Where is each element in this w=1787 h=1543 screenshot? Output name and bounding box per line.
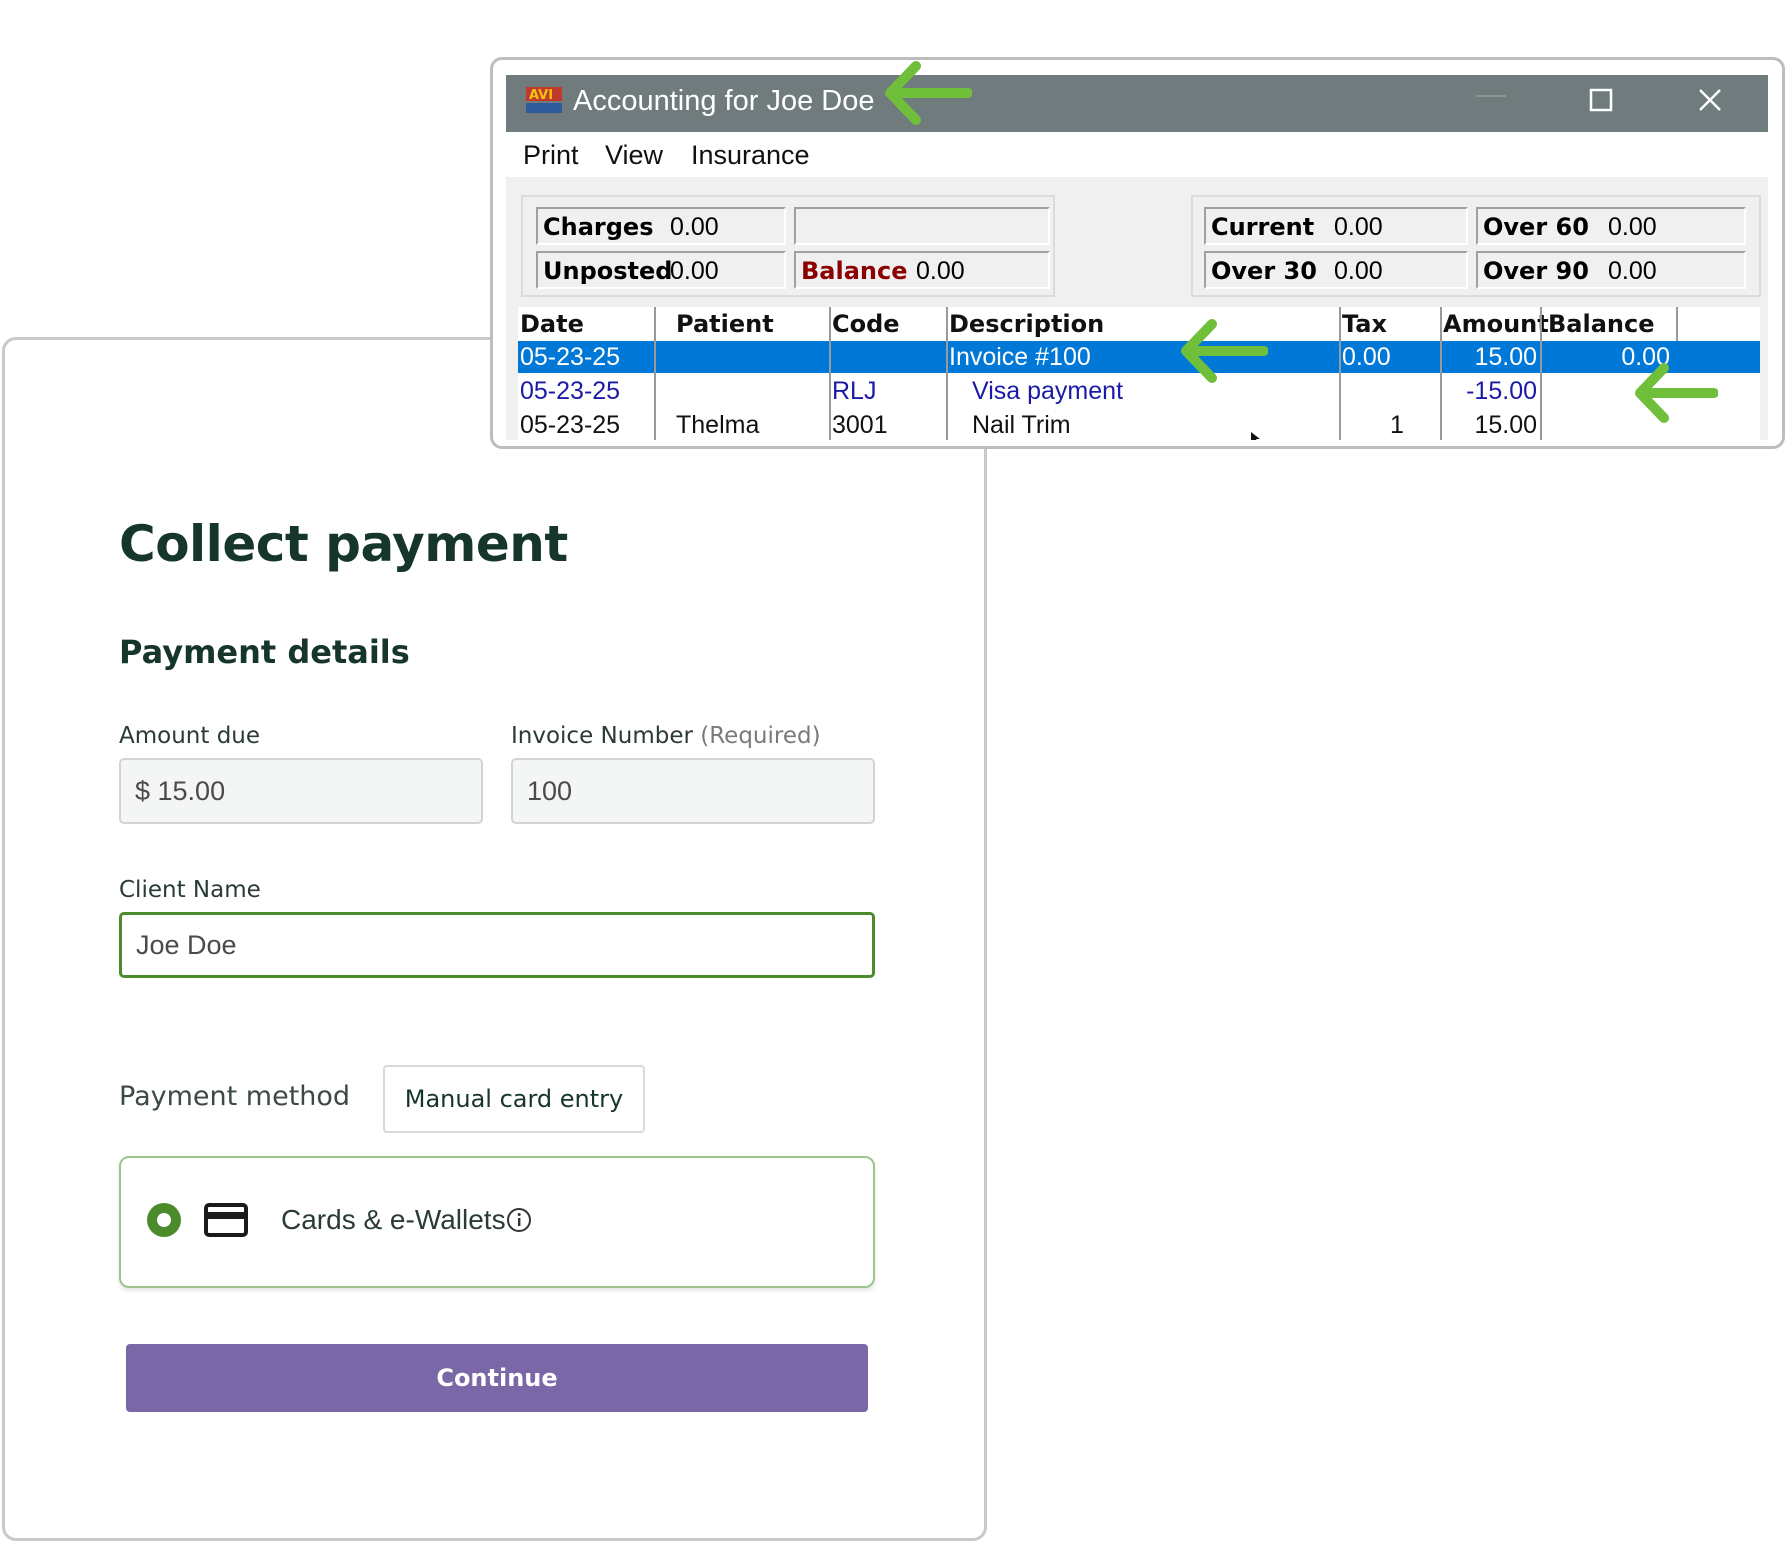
column-divider[interactable] bbox=[829, 307, 831, 440]
column-divider[interactable] bbox=[946, 307, 948, 440]
over30-cell: Over 30 0.00 bbox=[1204, 251, 1468, 289]
client-name-label-text: Client Name bbox=[119, 877, 261, 903]
unposted-cell: Unposted 0.00 bbox=[536, 251, 786, 289]
client-name-label: Client Name bbox=[119, 877, 261, 903]
summary-right: Current 0.00 Over 60 0.00 Over 30 0.00 O… bbox=[1191, 195, 1761, 297]
annotation-arrow-icon bbox=[1181, 319, 1268, 383]
cell-description: Visa payment bbox=[972, 377, 1124, 405]
required-hint: (Required) bbox=[700, 723, 821, 749]
cell-patient: Thelma bbox=[676, 411, 760, 439]
charges-label: Charges bbox=[543, 213, 654, 241]
charges-value: 0.00 bbox=[670, 213, 719, 241]
column-divider[interactable] bbox=[654, 307, 656, 440]
invoice-number-field[interactable]: 100 bbox=[511, 758, 875, 824]
cell-code: RLJ bbox=[832, 377, 877, 405]
over30-label: Over 30 bbox=[1211, 257, 1317, 285]
mouse-cursor-icon bbox=[1251, 432, 1260, 440]
column-date[interactable]: Date bbox=[520, 310, 584, 338]
column-description[interactable]: Description bbox=[949, 310, 1104, 338]
table-row[interactable]: 05-23-25 Thelma 3001 Nail Trim 1 15.00 bbox=[518, 409, 1760, 440]
continue-button[interactable]: Continue bbox=[126, 1344, 868, 1412]
client-name-value: Joe Doe bbox=[136, 929, 237, 960]
accounting-window: AVI Accounting for Joe Doe Print View In… bbox=[506, 75, 1768, 440]
app-logo-icon: AVI bbox=[526, 87, 562, 113]
balance-label: Balance bbox=[801, 257, 908, 285]
page-title: Collect payment bbox=[119, 515, 568, 573]
cell-amount: 15.00 bbox=[1474, 343, 1537, 371]
amount-due-value: $ 15.00 bbox=[135, 775, 226, 806]
current-label: Current bbox=[1211, 213, 1315, 241]
over30-value: 0.00 bbox=[1334, 257, 1383, 285]
menu-view[interactable]: View bbox=[605, 140, 663, 171]
column-divider[interactable] bbox=[1676, 307, 1678, 341]
maximize-icon[interactable] bbox=[1588, 87, 1614, 113]
credit-card-icon bbox=[204, 1203, 248, 1237]
balance-cell: Balance 0.00 bbox=[794, 251, 1050, 289]
invoice-number-label-text: Invoice Number bbox=[511, 723, 693, 749]
amount-due-label-text: Amount due bbox=[119, 723, 261, 749]
unposted-label: Unposted bbox=[543, 257, 673, 285]
cell-date: 05-23-25 bbox=[520, 343, 621, 371]
cell-amount: 15.00 bbox=[1474, 411, 1537, 439]
cell-tax: 0.00 bbox=[1342, 343, 1391, 371]
menu-print[interactable]: Print bbox=[523, 140, 579, 171]
amount-due-label: Amount due bbox=[119, 723, 260, 749]
info-icon[interactable] bbox=[506, 1207, 532, 1233]
invoice-number-value: 100 bbox=[527, 775, 573, 806]
balance-value: 0.00 bbox=[916, 257, 965, 285]
table-header: Date Patient Code Description Tax Amount… bbox=[518, 307, 1760, 343]
window-title: Accounting for Joe Doe bbox=[573, 85, 875, 117]
menu-insurance[interactable]: Insurance bbox=[691, 140, 810, 171]
cell-date: 05-23-25 bbox=[520, 377, 621, 405]
section-title: Payment details bbox=[119, 633, 410, 671]
over60-label: Over 60 bbox=[1483, 213, 1589, 241]
cell-amount: -15.00 bbox=[1466, 377, 1537, 405]
cards-ewallets-option[interactable]: Cards & e-Wallets bbox=[119, 1156, 875, 1288]
payment-method-label: Payment method bbox=[119, 1081, 351, 1112]
summary-empty-cell bbox=[794, 207, 1050, 245]
cell-description: Nail Trim bbox=[972, 411, 1071, 439]
over90-value: 0.00 bbox=[1608, 257, 1657, 285]
unposted-value: 0.00 bbox=[670, 257, 719, 285]
minimize-icon[interactable] bbox=[1476, 95, 1506, 97]
client-name-field[interactable]: Joe Doe bbox=[119, 912, 875, 978]
amount-due-field[interactable]: $ 15.00 bbox=[119, 758, 483, 824]
charges-cell: Charges 0.00 bbox=[536, 207, 786, 245]
cell-date: 05-23-25 bbox=[520, 411, 621, 439]
window-titlebar[interactable]: AVI Accounting for Joe Doe bbox=[506, 75, 1768, 132]
current-value: 0.00 bbox=[1334, 213, 1383, 241]
over90-cell: Over 90 0.00 bbox=[1476, 251, 1746, 289]
collect-payment-panel: Collect payment Payment details Amount d… bbox=[2, 337, 987, 1541]
annotation-arrow-icon bbox=[1635, 363, 1718, 423]
table-row[interactable]: 05-23-25 RLJ Visa payment -15.00 bbox=[518, 375, 1760, 407]
summary-left: Charges 0.00 Unposted 0.00 Balance 0.00 bbox=[521, 195, 1055, 297]
over60-value: 0.00 bbox=[1608, 213, 1657, 241]
column-code[interactable]: Code bbox=[832, 310, 900, 338]
invoice-number-label: Invoice Number (Required) bbox=[511, 723, 821, 749]
svg-text:AVI: AVI bbox=[529, 88, 553, 103]
column-tax[interactable]: Tax bbox=[1342, 310, 1387, 338]
column-balance[interactable]: Balance bbox=[1548, 310, 1655, 338]
table-row[interactable]: 05-23-25 Invoice #100 0.00 15.00 0.00 bbox=[518, 341, 1760, 373]
manual-card-entry-button[interactable]: Manual card entry bbox=[383, 1065, 645, 1133]
transactions-table: Date Patient Code Description Tax Amount… bbox=[518, 307, 1760, 440]
column-divider[interactable] bbox=[1440, 307, 1442, 440]
close-icon[interactable] bbox=[1696, 86, 1724, 114]
column-divider[interactable] bbox=[1540, 307, 1542, 440]
cards-ewallets-label: Cards & e-Wallets bbox=[281, 1204, 506, 1235]
over60-cell: Over 60 0.00 bbox=[1476, 207, 1746, 245]
current-cell: Current 0.00 bbox=[1204, 207, 1468, 245]
cell-code: 3001 bbox=[832, 411, 888, 439]
column-patient[interactable]: Patient bbox=[676, 310, 774, 338]
column-divider[interactable] bbox=[1339, 307, 1341, 440]
cell-tax: 1 bbox=[1390, 411, 1404, 439]
radio-selected-icon[interactable] bbox=[147, 1203, 181, 1237]
column-amount[interactable]: Amount bbox=[1443, 310, 1549, 338]
annotation-arrow-icon bbox=[885, 61, 972, 125]
menu-bar: Print View Insurance bbox=[506, 132, 1768, 177]
over90-label: Over 90 bbox=[1483, 257, 1589, 285]
cell-description: Invoice #100 bbox=[949, 343, 1091, 371]
